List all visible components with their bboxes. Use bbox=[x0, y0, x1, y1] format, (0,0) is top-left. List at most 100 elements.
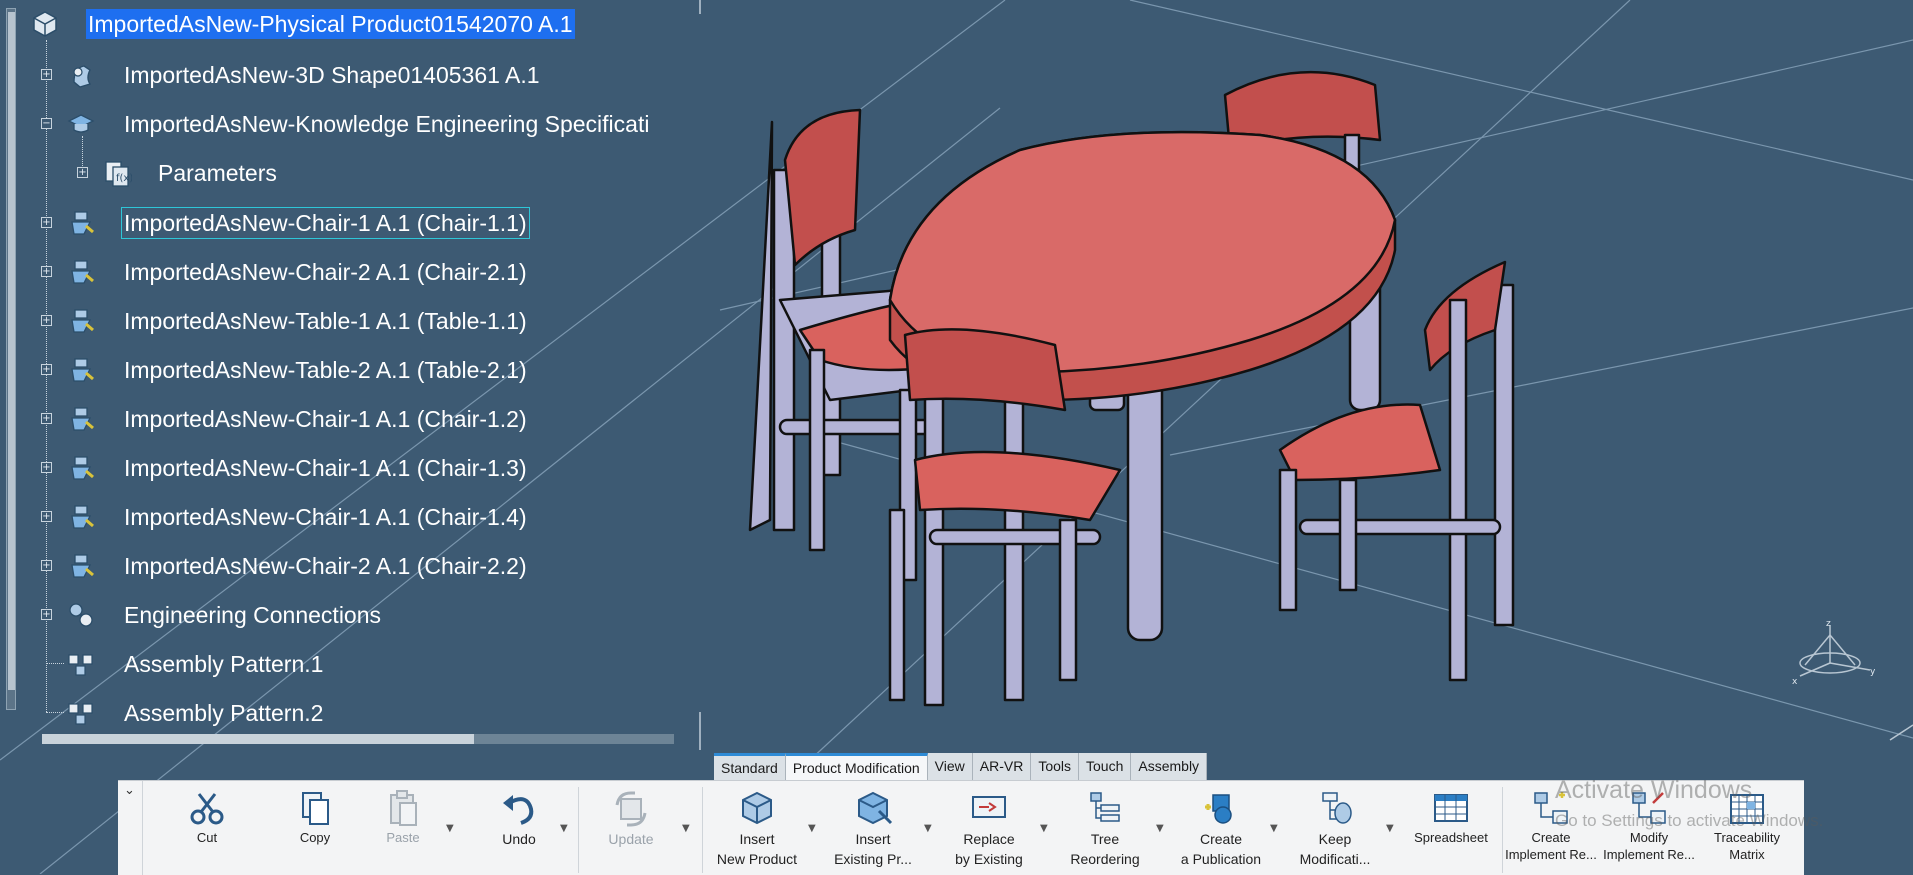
tree-node-label[interactable]: ImportedAsNew-Table-2 A.1 (Table-2.1) bbox=[122, 355, 529, 385]
expand-toggle[interactable]: + bbox=[77, 167, 88, 178]
tree-node-label[interactable]: Engineering Connections bbox=[122, 600, 383, 630]
compass-z-label: z bbox=[1826, 619, 1831, 629]
tree-node-label[interactable]: ImportedAsNew-3D Shape01405361 A.1 bbox=[122, 60, 542, 90]
create-implement-label-2: Implement Re... bbox=[1505, 847, 1597, 862]
undo-label: Undo bbox=[502, 831, 536, 847]
expand-toggle[interactable]: + bbox=[41, 609, 52, 620]
tree-node-label[interactable]: ImportedAsNew-Table-1 A.1 (Table-1.1) bbox=[122, 306, 529, 336]
assembly-pattern-icon bbox=[68, 703, 93, 725]
action-bar-tabs: Standard Product Modification View AR-VR… bbox=[714, 753, 1208, 780]
keep-modification-label-1: Keep bbox=[1318, 831, 1352, 847]
expand-toggle[interactable]: + bbox=[41, 462, 52, 473]
collapse-action-bar-button[interactable]: ⌄ bbox=[118, 781, 143, 875]
update-button[interactable]: Update bbox=[576, 789, 686, 875]
tree-node-label[interactable]: Assembly Pattern.1 bbox=[122, 649, 325, 679]
tree-node-label[interactable]: ImportedAsNew-Knowledge Engineering Spec… bbox=[122, 109, 651, 139]
expand-toggle[interactable]: + bbox=[41, 315, 52, 326]
tree-divider-bottom bbox=[699, 712, 701, 750]
insert-new-product-button[interactable]: Insert New Product bbox=[702, 789, 812, 875]
compass-x-label: x bbox=[1792, 677, 1798, 687]
paste-dropdown-arrow[interactable]: ▼ bbox=[446, 823, 454, 834]
tree-reordering-dropdown-arrow[interactable]: ▼ bbox=[1156, 823, 1164, 834]
insert-existing-product-dropdown-arrow[interactable]: ▼ bbox=[924, 823, 932, 834]
engineering-connections-icon bbox=[69, 603, 93, 627]
copy-icon bbox=[302, 792, 329, 825]
expand-toggle[interactable]: + bbox=[41, 560, 52, 571]
product-icon bbox=[33, 11, 57, 37]
expand-toggle[interactable]: + bbox=[41, 266, 52, 277]
tree-reordering-label-1: Tree bbox=[1090, 831, 1120, 847]
create-publication-button[interactable]: Create a Publication bbox=[1166, 789, 1276, 875]
activation-watermark-title: Activate Windows bbox=[1555, 776, 1753, 804]
undo-dropdown-arrow[interactable]: ▼ bbox=[560, 823, 568, 834]
spreadsheet-button[interactable]: Spreadsheet bbox=[1396, 789, 1506, 875]
replace-dropdown-arrow[interactable]: ▼ bbox=[1040, 823, 1048, 834]
tree-vertical-scroll-thumb[interactable] bbox=[8, 12, 15, 690]
chevron-down-icon: ⌄ bbox=[124, 783, 135, 798]
undo-icon bbox=[503, 795, 534, 825]
tree-node-label[interactable]: ImportedAsNew-Chair-2 A.1 (Chair-2.1) bbox=[122, 257, 529, 287]
tab-tools[interactable]: Tools bbox=[1031, 753, 1080, 780]
tree-root-label[interactable]: ImportedAsNew-Physical Product01542070 A… bbox=[86, 9, 575, 39]
knowledge-icon bbox=[67, 114, 95, 133]
tree-node-label[interactable]: ImportedAsNew-Chair-1 A.1 (Chair-1.2) bbox=[122, 404, 529, 434]
tree-reordering-label-2: Reordering bbox=[1070, 851, 1140, 867]
replace-by-existing-label-1: Replace bbox=[963, 831, 1015, 847]
insert-new-product-icon bbox=[742, 791, 772, 825]
specification-tree[interactable]: ImportedAsNew-Physical Product01542070 A… bbox=[0, 0, 701, 750]
replace-icon bbox=[972, 796, 1006, 818]
tree-node-label[interactable]: Assembly Pattern.2 bbox=[122, 698, 325, 728]
tree-connector bbox=[46, 663, 64, 664]
part-instance-icon bbox=[71, 554, 94, 578]
tree-horizontal-scroll-thumb[interactable] bbox=[42, 734, 474, 744]
create-implement-label-1: Create bbox=[1531, 830, 1571, 845]
part-instance-icon bbox=[71, 211, 94, 235]
part-instance-icon bbox=[71, 260, 94, 284]
undo-button[interactable]: Undo bbox=[464, 789, 574, 875]
update-icon bbox=[615, 791, 647, 827]
action-bar: ⌄ Cut Copy Paste ▼ Undo ▼ Update ▼ Inser… bbox=[118, 780, 1804, 875]
tree-node-label[interactable]: Parameters bbox=[156, 158, 279, 188]
expand-toggle[interactable]: + bbox=[41, 364, 52, 375]
expand-toggle[interactable]: + bbox=[41, 217, 52, 228]
tab-standard[interactable]: Standard bbox=[714, 753, 786, 780]
expand-toggle[interactable]: + bbox=[41, 413, 52, 424]
tree-node-label[interactable]: ImportedAsNew-Chair-1 A.1 (Chair-1.1) bbox=[121, 207, 530, 239]
tree-reordering-button[interactable]: Tree Reordering bbox=[1050, 789, 1160, 875]
tree-node-label[interactable]: ImportedAsNew-Chair-1 A.1 (Chair-1.3) bbox=[122, 453, 529, 483]
tab-product-modification[interactable]: Product Modification bbox=[785, 753, 928, 780]
traceability-matrix-label-1: Traceability bbox=[1714, 830, 1780, 845]
collapse-toggle[interactable]: − bbox=[41, 118, 52, 129]
part-instance-icon bbox=[71, 407, 94, 431]
compass-y-label: y bbox=[1870, 667, 1876, 677]
tree-node-label[interactable]: ImportedAsNew-Chair-1 A.1 (Chair-1.4) bbox=[122, 502, 529, 532]
cut-button[interactable]: Cut bbox=[152, 789, 262, 875]
publication-icon bbox=[1205, 794, 1232, 824]
insert-new-product-dropdown-arrow[interactable]: ▼ bbox=[808, 823, 816, 834]
update-dropdown-arrow[interactable]: ▼ bbox=[682, 823, 690, 834]
parameters-icon: f(x) bbox=[105, 161, 132, 187]
paste-button[interactable]: Paste bbox=[348, 789, 458, 875]
part-instance-icon bbox=[71, 456, 94, 480]
tab-touch[interactable]: Touch bbox=[1079, 753, 1132, 780]
insert-existing-product-button[interactable]: Insert Existing Pr... bbox=[818, 789, 928, 875]
replace-by-existing-button[interactable]: Replace by Existing bbox=[934, 789, 1044, 875]
publication-dropdown-arrow[interactable]: ▼ bbox=[1270, 823, 1278, 834]
modify-implement-label-2: Implement Re... bbox=[1603, 847, 1695, 862]
scissors-icon bbox=[190, 793, 224, 825]
tree-node-label[interactable]: ImportedAsNew-Chair-2 A.1 (Chair-2.2) bbox=[122, 551, 529, 581]
tab-assembly[interactable]: Assembly bbox=[1131, 753, 1208, 780]
spreadsheet-icon bbox=[1434, 794, 1468, 822]
expand-toggle[interactable]: + bbox=[41, 69, 52, 80]
keep-modification-button[interactable]: Keep Modificati... bbox=[1280, 789, 1390, 875]
keep-modification-icon bbox=[1322, 792, 1352, 824]
traceability-matrix-label-2: Matrix bbox=[1729, 847, 1765, 862]
keep-modification-dropdown-arrow[interactable]: ▼ bbox=[1386, 823, 1394, 834]
keep-modification-label-2: Modificati... bbox=[1299, 851, 1371, 867]
tab-ar-vr[interactable]: AR-VR bbox=[972, 753, 1032, 780]
insert-existing-product-label-2: Existing Pr... bbox=[834, 851, 912, 867]
expand-toggle[interactable]: + bbox=[41, 511, 52, 522]
tab-view[interactable]: View bbox=[927, 753, 973, 780]
cut-label: Cut bbox=[196, 830, 218, 845]
part-instance-icon bbox=[71, 309, 94, 333]
